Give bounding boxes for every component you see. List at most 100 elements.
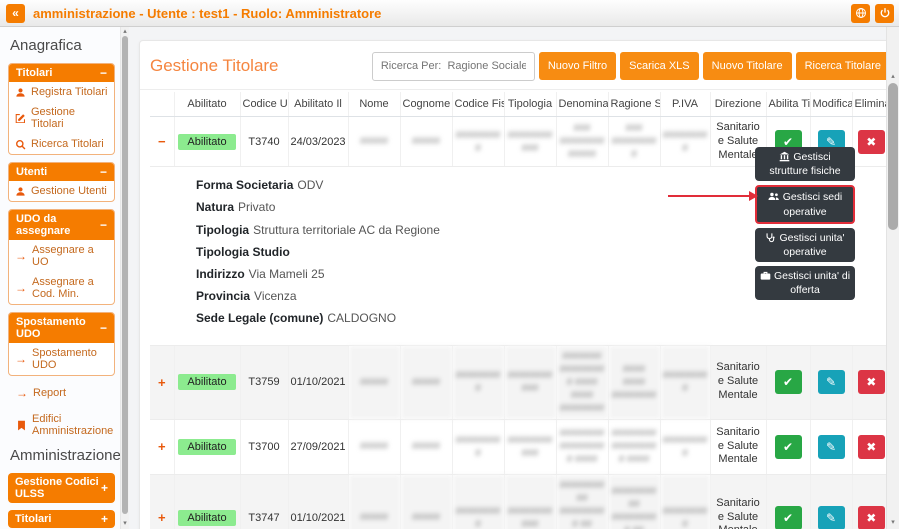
elimina-button[interactable]: ✖: [858, 130, 885, 154]
elimina-button[interactable]: ✖: [858, 506, 885, 529]
panel-title: Titolari: [15, 513, 51, 525]
elimina-button[interactable]: ✖: [858, 435, 885, 459]
page-scrollbar-thumb[interactable]: [888, 83, 898, 230]
collapse-row-icon[interactable]: −: [150, 117, 174, 167]
expand-plus-icon[interactable]: +: [101, 482, 108, 494]
detail-label: Indirizzo: [196, 267, 245, 281]
col-elimina: Elimina: [852, 92, 890, 117]
cell-codice-unico: T3700: [240, 419, 288, 474]
edit-icon: ✎: [826, 376, 836, 388]
person-icon: [15, 87, 26, 98]
app-title: amministrazione - Utente : test1 - Ruolo…: [33, 6, 381, 21]
nuovo-titolare-button[interactable]: Nuovo Titolare: [703, 52, 792, 80]
status-badge: Abilitato: [178, 439, 235, 455]
sidebar-heading-anagrafica: Anagrafica: [10, 37, 115, 54]
expand-row-icon[interactable]: +: [150, 419, 174, 474]
panel-title: Gestione Codici ULSS: [15, 476, 101, 500]
cell-codice-fiscale-redacted: #########: [452, 345, 504, 419]
col-codice-unico: Codice Uni...: [240, 92, 288, 117]
collapse-minus-icon[interactable]: −: [100, 166, 107, 178]
sidebar-panel-titolari-admin[interactable]: Titolari +: [8, 510, 115, 528]
col-abilita-tit: Abilita Tit.: [766, 92, 810, 117]
collapse-minus-icon[interactable]: −: [100, 322, 107, 334]
sidebar-panel-udo-header[interactable]: UDO da assegnare −: [9, 210, 114, 240]
sidebar: Anagrafica Titolari − Registra Titolari …: [0, 27, 120, 529]
nuovo-filtro-button[interactable]: Nuovo Filtro: [539, 52, 616, 80]
ricerca-titolare-button[interactable]: Ricerca Titolare: [796, 52, 890, 80]
sidebar-item-gestione-utenti[interactable]: Gestione Utenti: [9, 181, 114, 201]
cell-piva-redacted: #########: [660, 474, 710, 529]
cell-codice-fiscale-redacted: #########: [452, 474, 504, 529]
gestisci-sedi-operative-button[interactable]: Gestisci sedi operative: [755, 185, 855, 223]
arrow-right-icon: →: [16, 387, 28, 399]
edit-icon: ✎: [826, 512, 836, 524]
search-input[interactable]: [372, 52, 535, 81]
table-row: + Abilitato T3759 01/10/2021 ##### #####…: [150, 345, 890, 419]
scroll-up-icon[interactable]: ▴: [887, 73, 899, 80]
gestisci-unita-di-offerta-button[interactable]: Gestisci unita' di offerta: [755, 266, 855, 300]
language-globe-button[interactable]: [851, 4, 870, 23]
detail-value: Via Mameli 25: [249, 267, 325, 281]
expand-plus-icon[interactable]: +: [101, 513, 108, 525]
sidebar-item-registra-titolari[interactable]: Registra Titolari: [9, 82, 114, 102]
card-header: Gestione Titolare Nuovo Filtro Scarica X…: [150, 49, 890, 83]
sidebar-item-spostamento-udo[interactable]: → Spostamento UDO: [9, 343, 114, 375]
modifica-button[interactable]: ✎: [818, 506, 845, 529]
expand-row-icon[interactable]: +: [150, 345, 174, 419]
abilita-button[interactable]: ✔: [775, 370, 802, 394]
elimina-button[interactable]: ✖: [858, 370, 885, 394]
sidebar-panel-gestione-codici-ulss[interactable]: Gestione Codici ULSS +: [8, 473, 115, 503]
modifica-button[interactable]: ✎: [818, 370, 845, 394]
abilita-button[interactable]: ✔: [775, 435, 802, 459]
detail-value: Vicenza: [254, 289, 296, 303]
toolbar: Nuovo Filtro Scarica XLS Nuovo Titolare …: [372, 52, 890, 81]
row-action-menu: Gestisci strutture fisiche Gestisci sedi…: [755, 147, 855, 300]
sidebar-item-ricerca-titolari[interactable]: Ricerca Titolari: [9, 134, 114, 154]
person-icon: [15, 186, 26, 197]
col-tipologia: Tipologia: [504, 92, 556, 117]
cell-nome-redacted: #####: [348, 419, 400, 474]
expand-row-icon[interactable]: +: [150, 474, 174, 529]
app-window: « amministrazione - Utente : test1 - Ruo…: [0, 0, 899, 529]
sidebar-panel-spostamento-udo: Spostamento UDO − → Spostamento UDO: [8, 312, 115, 376]
sidebar-scrollbar-thumb[interactable]: [122, 36, 128, 514]
scroll-down-icon[interactable]: ▾: [121, 520, 129, 527]
collapse-minus-icon[interactable]: −: [100, 67, 107, 79]
cell-codice-unico: T3747: [240, 474, 288, 529]
sidebar-panel-utenti: Utenti − Gestione Utenti: [8, 162, 115, 202]
status-badge: Abilitato: [178, 134, 235, 150]
sidebar-item-edifici-amministrazione[interactable]: Edifici Amministrazione: [10, 409, 115, 441]
sidebar-item-assegnare-a-uo[interactable]: → Assegnare a UO: [9, 240, 114, 272]
col-direzione: Direzione: [710, 92, 766, 117]
col-abilitato-il: Abilitato Il: [288, 92, 348, 117]
sidebar-panel-utenti-header[interactable]: Utenti −: [9, 163, 114, 181]
sidebar-panel-titolari: Titolari − Registra Titolari Gestione Ti…: [8, 63, 115, 155]
check-icon: ✔: [783, 441, 793, 453]
cell-direzione: Sanitario e Salute Mentale: [710, 474, 766, 529]
col-cognome: Cognome: [400, 92, 452, 117]
detail-value: Struttura territoriale AC da Regione: [253, 223, 440, 237]
divider: [140, 89, 899, 90]
cell-tipologia-redacted: ###########: [504, 474, 556, 529]
scarica-xls-button[interactable]: Scarica XLS: [620, 52, 699, 80]
panel-title: UDO da assegnare: [16, 213, 100, 237]
cell-cognome-redacted: #####: [400, 345, 452, 419]
abilita-button[interactable]: ✔: [775, 506, 802, 529]
building-bookmark-icon: [16, 420, 27, 431]
panel-title: Spostamento UDO: [16, 316, 100, 340]
gestisci-unita-operative-button[interactable]: Gestisci unita' operative: [755, 228, 855, 262]
sidebar-item-gestione-titolari[interactable]: Gestione Titolari: [9, 102, 114, 134]
sidebar-item-report[interactable]: → Report: [10, 383, 115, 403]
scroll-down-icon[interactable]: ▾: [887, 519, 899, 526]
collapse-minus-icon[interactable]: −: [100, 219, 107, 231]
scroll-up-icon[interactable]: ▴: [121, 28, 129, 35]
page-scrollbar[interactable]: ▴ ▾: [886, 27, 899, 529]
modifica-button[interactable]: ✎: [818, 435, 845, 459]
sidebar-scrollbar[interactable]: ▴ ▾: [120, 27, 129, 529]
logout-power-button[interactable]: [875, 4, 894, 23]
sidebar-collapse-button[interactable]: «: [6, 4, 25, 23]
sidebar-item-assegnare-a-cod-min[interactable]: → Assegnare a Cod. Min.: [9, 272, 114, 304]
sidebar-panel-titolari-header[interactable]: Titolari −: [9, 64, 114, 82]
sidebar-panel-spostamento-header[interactable]: Spostamento UDO −: [9, 313, 114, 343]
gestisci-strutture-fisiche-button[interactable]: Gestisci strutture fisiche: [755, 147, 855, 181]
